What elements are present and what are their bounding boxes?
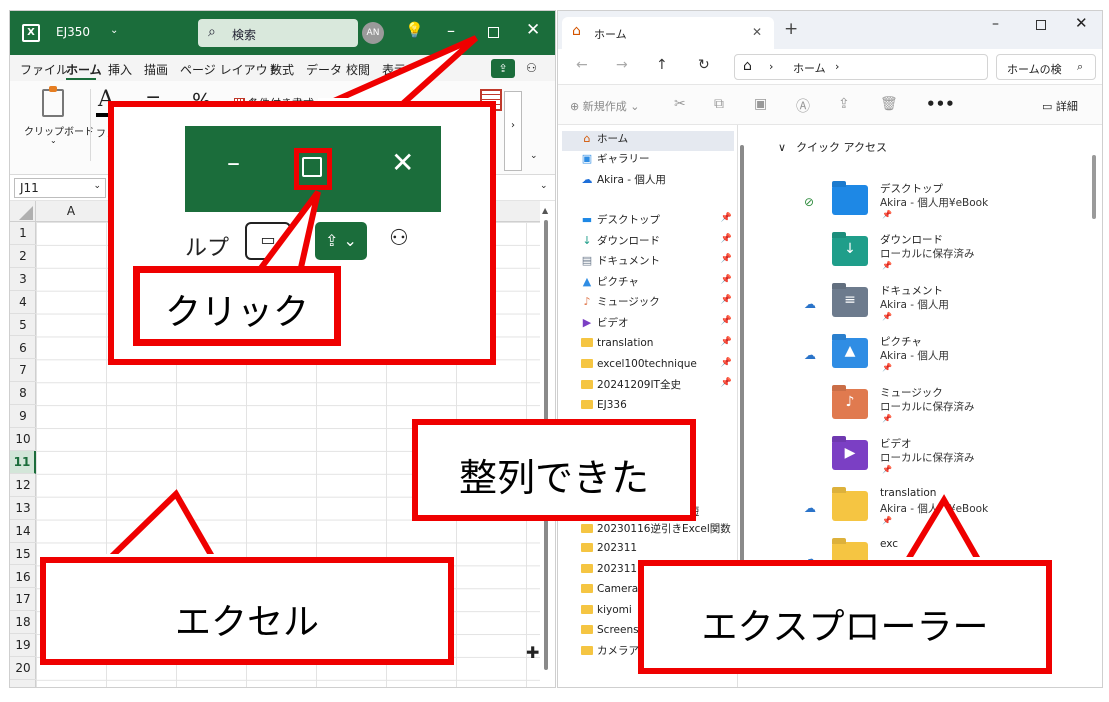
excel-callout: エクセル <box>40 557 454 665</box>
explorer-callout-text: エクスプローラー <box>701 607 989 648</box>
excel-callout-pointer <box>100 489 220 563</box>
excel-callout-text: エクセル <box>174 602 319 643</box>
arranged-callout: 整列できた <box>412 419 696 521</box>
click-callout-text: クリック <box>164 292 309 333</box>
explorer-callout-pointer <box>900 494 986 566</box>
explorer-callout: エクスプローラー <box>638 560 1052 674</box>
click-callout-pointer <box>252 190 321 275</box>
click-callout: クリック <box>133 266 341 346</box>
arranged-callout-text: 整列できた <box>458 456 649 500</box>
